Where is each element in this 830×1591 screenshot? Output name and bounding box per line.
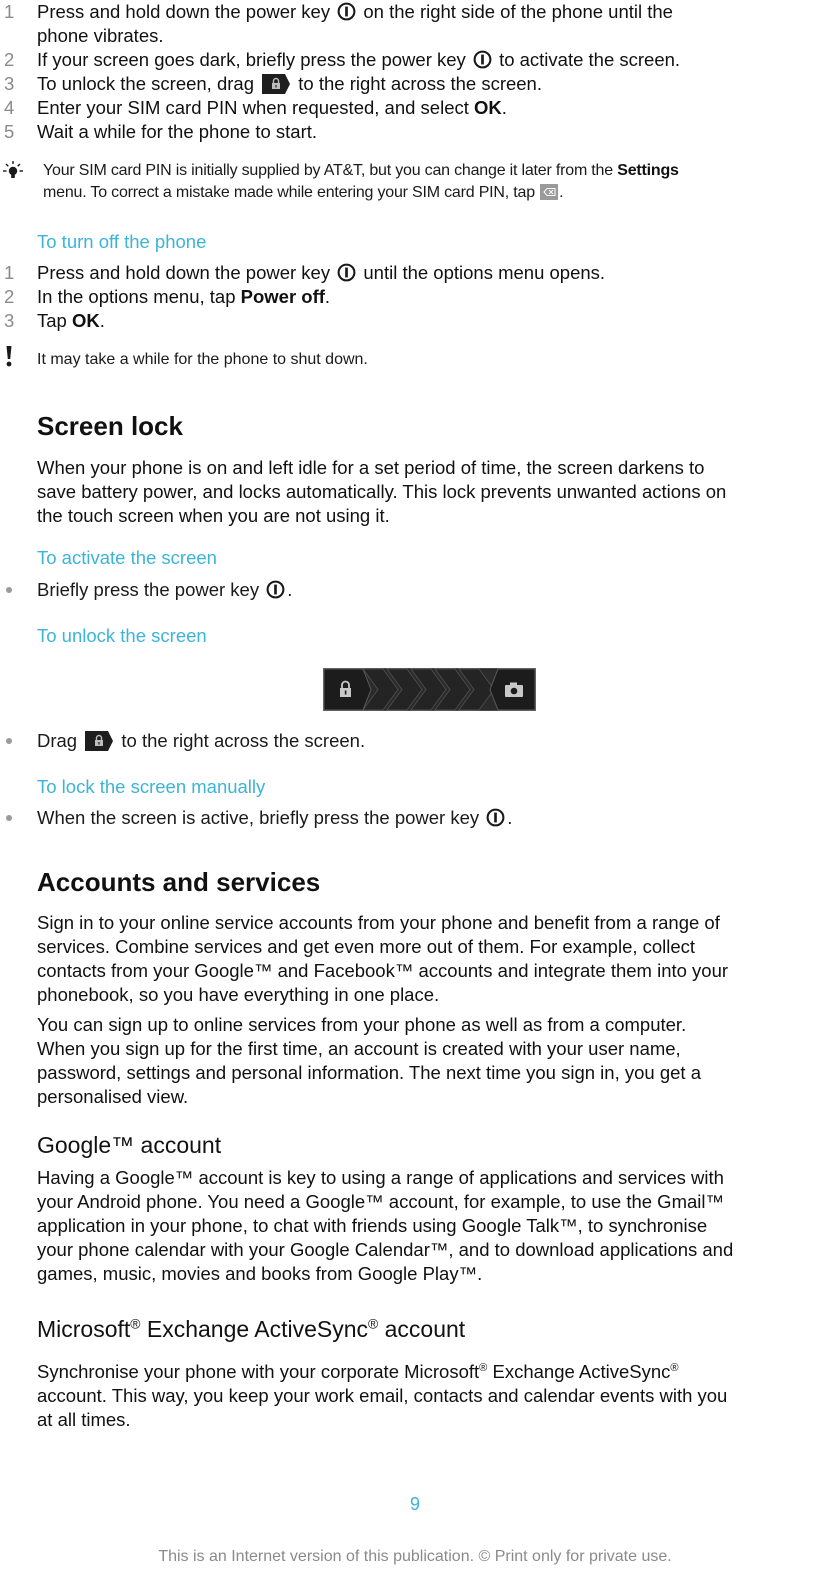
ok-label: OK (474, 97, 502, 118)
bullet-dot (6, 587, 12, 593)
bullet-text: . (507, 807, 513, 828)
accounts-paragraph-1: Sign in to your online service accounts … (37, 911, 827, 1007)
registered-mark: ® (670, 1362, 679, 1374)
step-text: Tap (37, 310, 67, 331)
step-number: 1 (4, 262, 15, 283)
bullet-dot (6, 815, 12, 821)
step-text: on the right side of the phone until the (363, 1, 673, 22)
paragraph-line: your Android phone. You need a Google™ a… (37, 1191, 724, 1212)
heading-text: Exchange ActiveSync (140, 1316, 369, 1342)
registered-mark: ® (130, 1316, 141, 1332)
power-key-icon (266, 580, 285, 599)
power-key-icon (337, 2, 356, 21)
bullet-text: When the screen is active, briefly press… (37, 807, 480, 828)
ok-label: OK (71, 310, 100, 331)
tip-text: . (559, 184, 564, 201)
paragraph-line: Having a Google™ account is key to using… (37, 1167, 724, 1188)
subheading-activate-screen: To activate the screen (37, 547, 217, 568)
slider-chevrons (362, 668, 495, 711)
step-text: to the right across the screen. (298, 73, 542, 94)
heading-text: Microsoft (37, 1316, 131, 1342)
step-number: 3 (4, 73, 15, 94)
step-text: Press and hold down the power key (37, 262, 331, 283)
step-number: 5 (4, 121, 15, 142)
step-text: Press and hold down the power key (37, 1, 331, 22)
lightbulb-icon (3, 161, 23, 178)
tip-text: Your SIM card PIN is initially supplied … (43, 162, 613, 179)
tip-text: menu. To correct a mistake made while en… (43, 184, 535, 201)
step-number: 1 (4, 1, 15, 22)
step-text: In the options menu, tap (37, 286, 236, 307)
heading-google-account: Google™ account (37, 1132, 222, 1158)
paragraph-line: contacts from your Google™ and Facebook™… (37, 960, 729, 981)
unlock-slider-lock-icon (261, 73, 291, 95)
delete-key-icon (540, 184, 559, 200)
settings-label: Settings (617, 162, 679, 179)
bullet-text: Briefly press the power key (37, 579, 260, 600)
paragraph-line: Sign in to your online service accounts … (37, 912, 720, 933)
bullet-dot (6, 738, 12, 744)
subheading-turn-off: To turn off the phone (37, 231, 207, 252)
subheading-lock-manually: To lock the screen manually (37, 776, 266, 797)
paragraph-line: When your phone is on and left idle for … (37, 457, 705, 478)
tip-line-2: menu. To correct a mistake made while en… (43, 182, 564, 204)
paragraph-line: save battery power, and locks automatica… (37, 481, 727, 502)
step-text: If your screen goes dark, briefly press … (37, 49, 466, 70)
heading-text: account (378, 1316, 466, 1342)
step-text: until the options menu opens. (363, 262, 606, 283)
heading-exchange-account: Microsoft® Exchange ActiveSync® account (37, 1316, 465, 1343)
warning-text: It may take a while for the phone to shu… (37, 351, 368, 368)
step-text: To unlock the screen, drag (37, 73, 254, 94)
screen-lock-paragraph: When your phone is on and left idle for … (37, 456, 827, 528)
tip-line-1: Your SIM card PIN is initially supplied … (43, 160, 679, 182)
registered-mark: ® (368, 1316, 379, 1332)
power-key-icon (486, 808, 505, 827)
paragraph-line: games, music, movies and books from Goog… (37, 1263, 483, 1284)
heading-accounts-services: Accounts and services (37, 867, 321, 897)
step-text: to activate the screen. (499, 49, 681, 70)
unlock-slider-illustration (323, 668, 536, 711)
paragraph-line: You can sign up to online services from … (37, 1014, 687, 1035)
paragraph-line: application in your phone, to chat with … (37, 1215, 708, 1236)
step-number: 3 (4, 310, 15, 331)
footer-notice: This is an Internet version of this publ… (158, 1548, 672, 1565)
bullet-text: to the right across the screen. (121, 730, 366, 751)
step-number: 2 (4, 49, 15, 70)
paragraph-line: account. This way, you keep your work em… (37, 1385, 728, 1407)
page-number: 9 (409, 1494, 420, 1514)
unlock-slider-lock-icon (84, 730, 114, 752)
step-text: . (99, 310, 105, 331)
paragraph-text: Exchange ActiveSync (487, 1361, 671, 1383)
bullet-text: Drag (37, 730, 78, 751)
paragraph-line: When you sign up for the first time, an … (37, 1038, 681, 1059)
warning-exclamation-icon (6, 346, 12, 367)
paragraph-line: at all times. (37, 1409, 131, 1431)
power-key-icon (337, 263, 356, 282)
paragraph-line: Synchronise your phone with your corpora… (37, 1356, 827, 1384)
paragraph-line: services. Combine services and get even … (37, 936, 696, 957)
paragraph-line: personalised view. (37, 1086, 189, 1107)
heading-screen-lock: Screen lock (37, 411, 183, 441)
paragraph-line: the touch screen when you are not using … (37, 505, 390, 526)
step-number: 2 (4, 286, 15, 307)
step-text: Enter your SIM card PIN when requested, … (37, 97, 469, 118)
google-paragraph: Having a Google™ account is key to using… (37, 1166, 827, 1286)
paragraph-line: your phone calendar with your Google Cal… (37, 1239, 734, 1260)
paragraph-line: password, settings and personal informat… (37, 1062, 701, 1083)
step-text: phone vibrates. (37, 25, 164, 46)
step-number: 4 (4, 97, 15, 118)
paragraph-text: Synchronise your phone with your corpora… (37, 1361, 480, 1383)
subheading-unlock-screen: To unlock the screen (37, 625, 207, 646)
step-text: Wait a while for the phone to start. (37, 121, 318, 142)
power-key-icon (473, 50, 492, 69)
power-off-label: Power off (240, 286, 325, 307)
step-text: . (324, 286, 331, 307)
step-text: . (501, 97, 507, 118)
bullet-text: . (287, 579, 293, 600)
accounts-paragraph-2: You can sign up to online services from … (37, 1013, 827, 1109)
exchange-paragraph: Synchronise your phone with your corpora… (37, 1356, 827, 1432)
paragraph-line: phonebook, so you have everything in one… (37, 984, 440, 1005)
